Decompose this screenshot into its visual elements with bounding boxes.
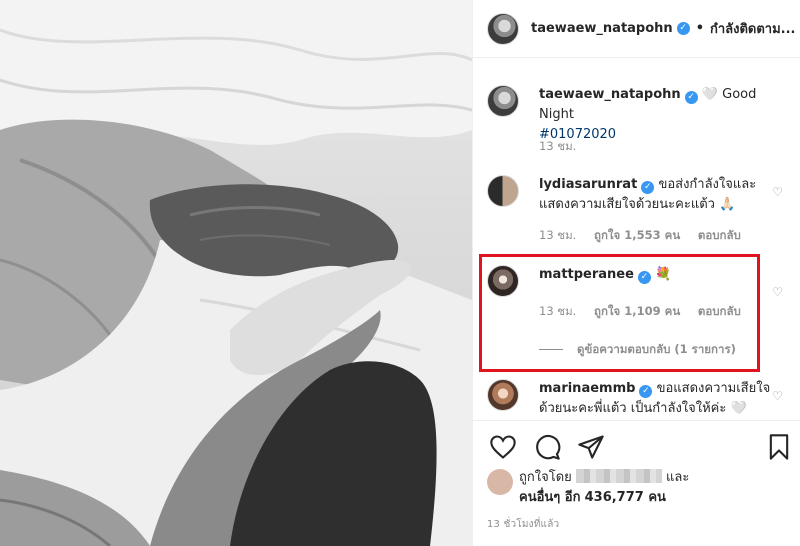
comment-avatar[interactable]: [487, 265, 519, 297]
likes-count[interactable]: 436,777 คน: [585, 490, 666, 505]
separator-dot: •: [695, 21, 704, 36]
view-replies-button[interactable]: ดูข้อความตอบกลับ (1 รายการ): [539, 341, 736, 359]
comment: marinaemmb ✓ ขอแสดงความเสียใจด้วยนะคะพี่แ…: [487, 379, 787, 419]
verified-badge-icon: ✓: [641, 181, 655, 194]
caption-username[interactable]: taewaew_natapohn: [539, 87, 681, 102]
verified-badge-icon: ✓: [639, 385, 653, 398]
comment-avatar[interactable]: [487, 175, 519, 207]
comment-username[interactable]: marinaemmb: [539, 381, 635, 396]
comment-like-heart-icon[interactable]: ♡: [772, 285, 783, 299]
post-photo: [0, 0, 472, 546]
view-replies-label: ดูข้อความตอบกลับ (1 รายการ): [577, 342, 736, 356]
author-avatar[interactable]: [487, 12, 519, 45]
verified-badge-icon: ✓: [684, 91, 698, 104]
caption: taewaew_natapohn ✓ 🤍 Good Night #01072020…: [487, 85, 787, 165]
author-username[interactable]: taewaew_natapohn: [531, 21, 673, 36]
caption-avatar[interactable]: [487, 85, 519, 117]
heart-icon[interactable]: [489, 433, 517, 461]
comment-text: 💐: [655, 267, 672, 282]
comment-likes[interactable]: ถูกใจ 1,109 คน: [594, 304, 680, 318]
comment-username[interactable]: mattperanee: [539, 267, 634, 282]
comment-time[interactable]: 13 ชม.: [539, 228, 576, 242]
comment-reply-button[interactable]: ตอบกลับ: [698, 228, 741, 242]
following-button[interactable]: กำลังติดตาม...: [710, 18, 796, 39]
comment-icon[interactable]: [533, 433, 561, 461]
liker-avatar[interactable]: [487, 469, 513, 495]
comment-reply-button[interactable]: ตอบกลับ: [698, 304, 741, 318]
comment-like-heart-icon[interactable]: ♡: [772, 185, 783, 199]
comment-username[interactable]: lydiasarunrat: [539, 177, 637, 192]
post-sidebar: taewaew_natapohn ✓ • กำลังติดตาม... taew…: [472, 0, 800, 546]
likes-others-prefix[interactable]: คนอื่นๆ อีก: [519, 490, 580, 505]
caption-body: taewaew_natapohn ✓ 🤍 Good Night #01072020: [539, 85, 784, 145]
share-icon[interactable]: [577, 433, 605, 461]
comment-body: mattperanee ✓ 💐: [539, 265, 784, 285]
replies-divider: [539, 349, 563, 350]
caption-meta: 13 ชม.: [539, 138, 590, 156]
photo-hands-illustration: [0, 0, 472, 546]
verified-badge-icon: ✓: [637, 271, 651, 284]
comment-avatar[interactable]: [487, 379, 519, 411]
comment: mattperanee ✓ 💐 ♡ 13 ชม. ถูกใจ 1,109 คน ต…: [487, 265, 787, 365]
post-actions: ถูกใจโดย และ คนอื่นๆ อีก 436,777 คน 13 ช…: [473, 420, 800, 546]
comment: lydiasarunrat ✓ ขอส่งกำลังใจและแสดงความเส…: [487, 175, 787, 255]
comment-meta: 13 ชม. ถูกใจ 1,553 คน ตอบกลับ: [539, 227, 755, 245]
comment-like-heart-icon[interactable]: ♡: [772, 389, 783, 403]
comment-body: marinaemmb ✓ ขอแสดงความเสียใจด้วยนะคะพี่แ…: [539, 379, 784, 419]
comments-list: taewaew_natapohn ✓ 🤍 Good Night #01072020…: [473, 59, 800, 419]
comment-likes[interactable]: ถูกใจ 1,553 คน: [594, 228, 680, 242]
post-header: taewaew_natapohn ✓ • กำลังติดตาม...: [473, 0, 800, 58]
comment-body: lydiasarunrat ✓ ขอส่งกำลังใจและแสดงความเส…: [539, 175, 784, 215]
bookmark-icon[interactable]: [765, 433, 793, 461]
comment-time[interactable]: 13 ชม.: [539, 304, 576, 318]
likes-prefix: ถูกใจโดย: [519, 470, 572, 485]
blurred-liker-name: [575, 469, 662, 483]
likes-text: ถูกใจโดย และ คนอื่นๆ อีก 436,777 คน: [519, 468, 779, 508]
comment-meta: 13 ชม. ถูกใจ 1,109 คน ตอบกลับ: [539, 303, 755, 321]
likes-and: และ: [666, 470, 690, 485]
caption-time[interactable]: 13 ชม.: [539, 139, 576, 153]
verified-badge-icon: ✓: [676, 22, 690, 35]
post-timestamp[interactable]: 13 ชั่วโมงที่แล้ว: [487, 517, 559, 532]
